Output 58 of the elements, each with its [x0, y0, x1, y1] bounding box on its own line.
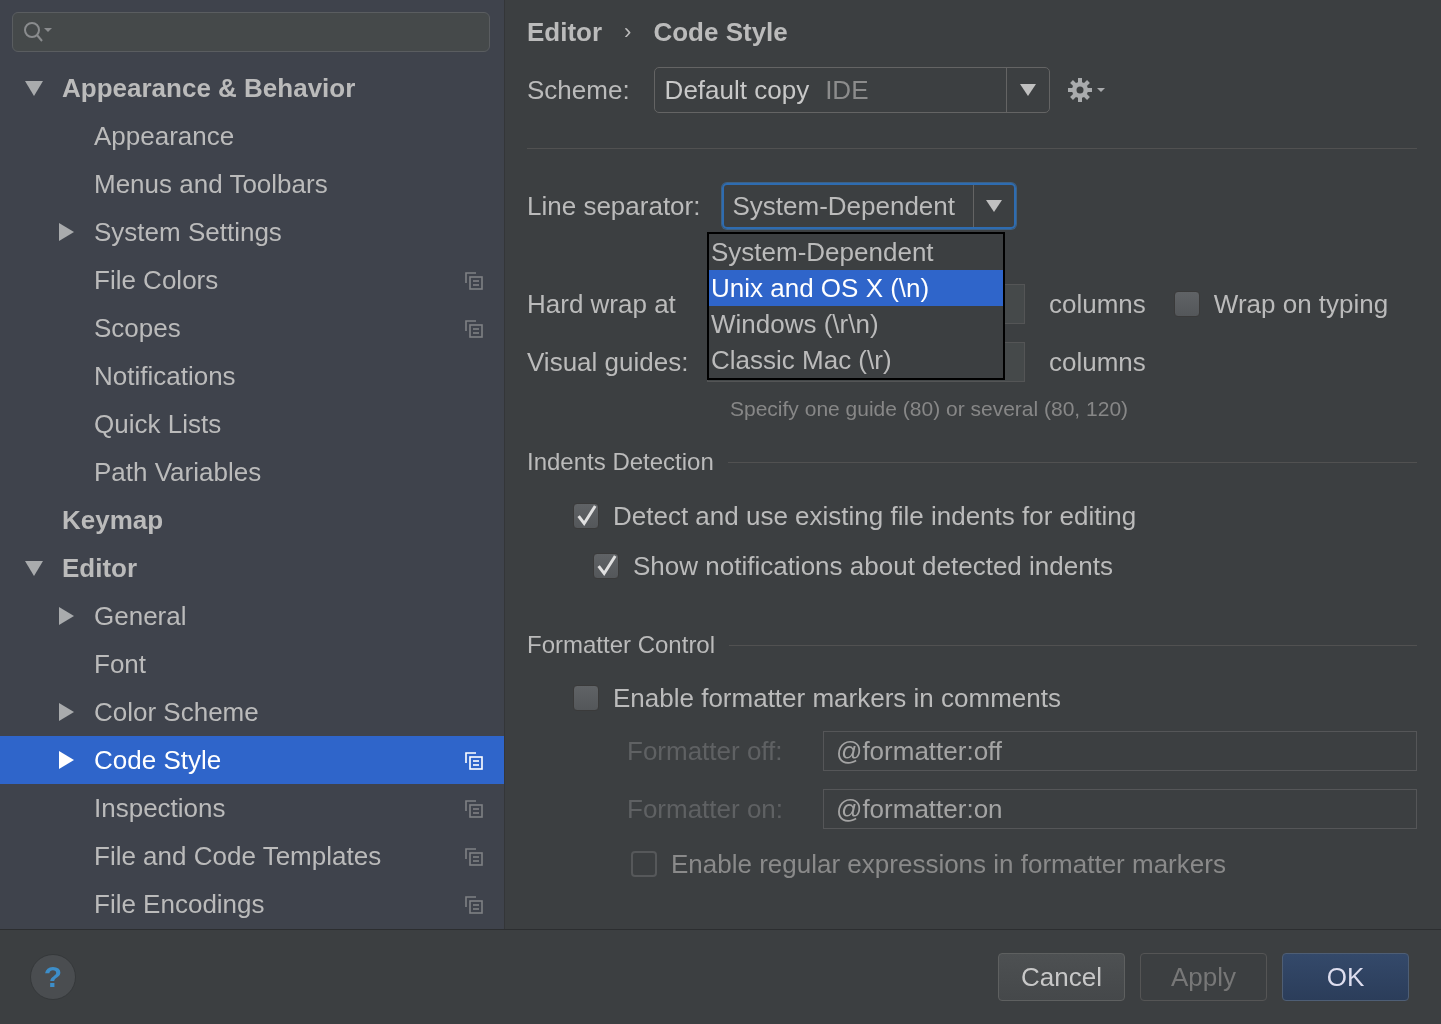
tree-item[interactable]: Scopes	[0, 304, 504, 352]
columns-label: columns	[1049, 346, 1146, 378]
tree-item[interactable]: Editor	[0, 544, 504, 592]
dropdown-arrow-icon	[986, 200, 1003, 212]
tree-item[interactable]: Code Style	[0, 736, 504, 784]
line-separator-label: Line separator:	[527, 190, 701, 222]
checkbox[interactable]	[573, 503, 599, 529]
scheme-dropdown[interactable]: Default copy IDE	[653, 67, 1050, 113]
search-icon	[23, 20, 53, 44]
checkbox-label: Show notifications about detected indents	[633, 550, 1113, 582]
expand-arrow-icon[interactable]	[24, 78, 44, 98]
dropdown-option[interactable]: Classic Mac (\r)	[709, 342, 1003, 378]
tree-item[interactable]: Keymap	[0, 496, 504, 544]
dropdown-option[interactable]: System-Dependent	[709, 234, 1003, 270]
checkbox[interactable]	[1173, 291, 1200, 317]
breadcrumb[interactable]: Code Style	[653, 16, 788, 48]
tree-item[interactable]: General	[0, 592, 504, 640]
tree-item[interactable]: Notifications	[0, 352, 504, 400]
expand-arrow-icon[interactable]	[56, 606, 76, 626]
checkbox-label: Enable regular expressions in formatter markers	[671, 848, 1226, 880]
expand-arrow-icon[interactable]	[56, 702, 76, 722]
gear-icon[interactable]	[1067, 77, 1108, 103]
breadcrumb-separator: ›	[624, 19, 632, 45]
tree-item[interactable]: Quick Lists	[0, 400, 504, 448]
tree-item[interactable]: Color Scheme	[0, 688, 504, 736]
line-separator-dropdown[interactable]: System-Dependent	[722, 183, 1017, 229]
section-title: Indents Detection	[527, 448, 714, 476]
visual-guides-label: Visual guides:	[527, 346, 690, 378]
tree-item[interactable]: File and Code Templates	[0, 832, 504, 880]
expand-arrow-icon[interactable]	[24, 558, 44, 578]
columns-label: columns	[1049, 288, 1146, 320]
scheme-label: Scheme:	[527, 74, 630, 106]
tree-item[interactable]: Appearance & Behavior	[0, 64, 504, 112]
checkbox[interactable]	[593, 553, 619, 579]
section-title: Formatter Control	[527, 631, 716, 659]
expand-arrow-icon[interactable]	[56, 750, 76, 770]
tree-item[interactable]: File Colors	[0, 256, 504, 304]
tree-item[interactable]: File Encodings	[0, 880, 504, 928]
dialog-button[interactable]: Cancel	[998, 953, 1125, 1001]
breadcrumb[interactable]: Editor	[527, 16, 603, 48]
dropdown-option[interactable]: Windows (\r\n)	[709, 306, 1003, 342]
tree-item[interactable]: System Settings	[0, 208, 504, 256]
dropdown-option[interactable]: Unix and OS X (\n)	[709, 270, 1003, 306]
tree-item[interactable]: Path Variables	[0, 448, 504, 496]
tree-item[interactable]: Font	[0, 640, 504, 688]
checkbox-label: Enable formatter markers in comments	[613, 682, 1061, 714]
dropdown-arrow-icon	[1019, 84, 1036, 96]
hard-wrap-label: Hard wrap at	[527, 288, 677, 320]
search-field[interactable]	[12, 12, 490, 52]
checkbox-label: Detect and use existing file indents for editing	[613, 500, 1137, 532]
hint-text: Specify one guide (80) or several (80, 120)	[729, 396, 1130, 422]
tree-item[interactable]: Inspections	[0, 784, 504, 832]
checkbox[interactable]	[573, 685, 599, 711]
wrap-on-typing-label: Wrap on typing	[1213, 288, 1389, 320]
dialog-button[interactable]: OK	[1282, 953, 1409, 1001]
tree-item[interactable]: Appearance	[0, 112, 504, 160]
expand-arrow-icon[interactable]	[56, 222, 76, 242]
tree-item[interactable]: Menus and Toolbars	[0, 160, 504, 208]
